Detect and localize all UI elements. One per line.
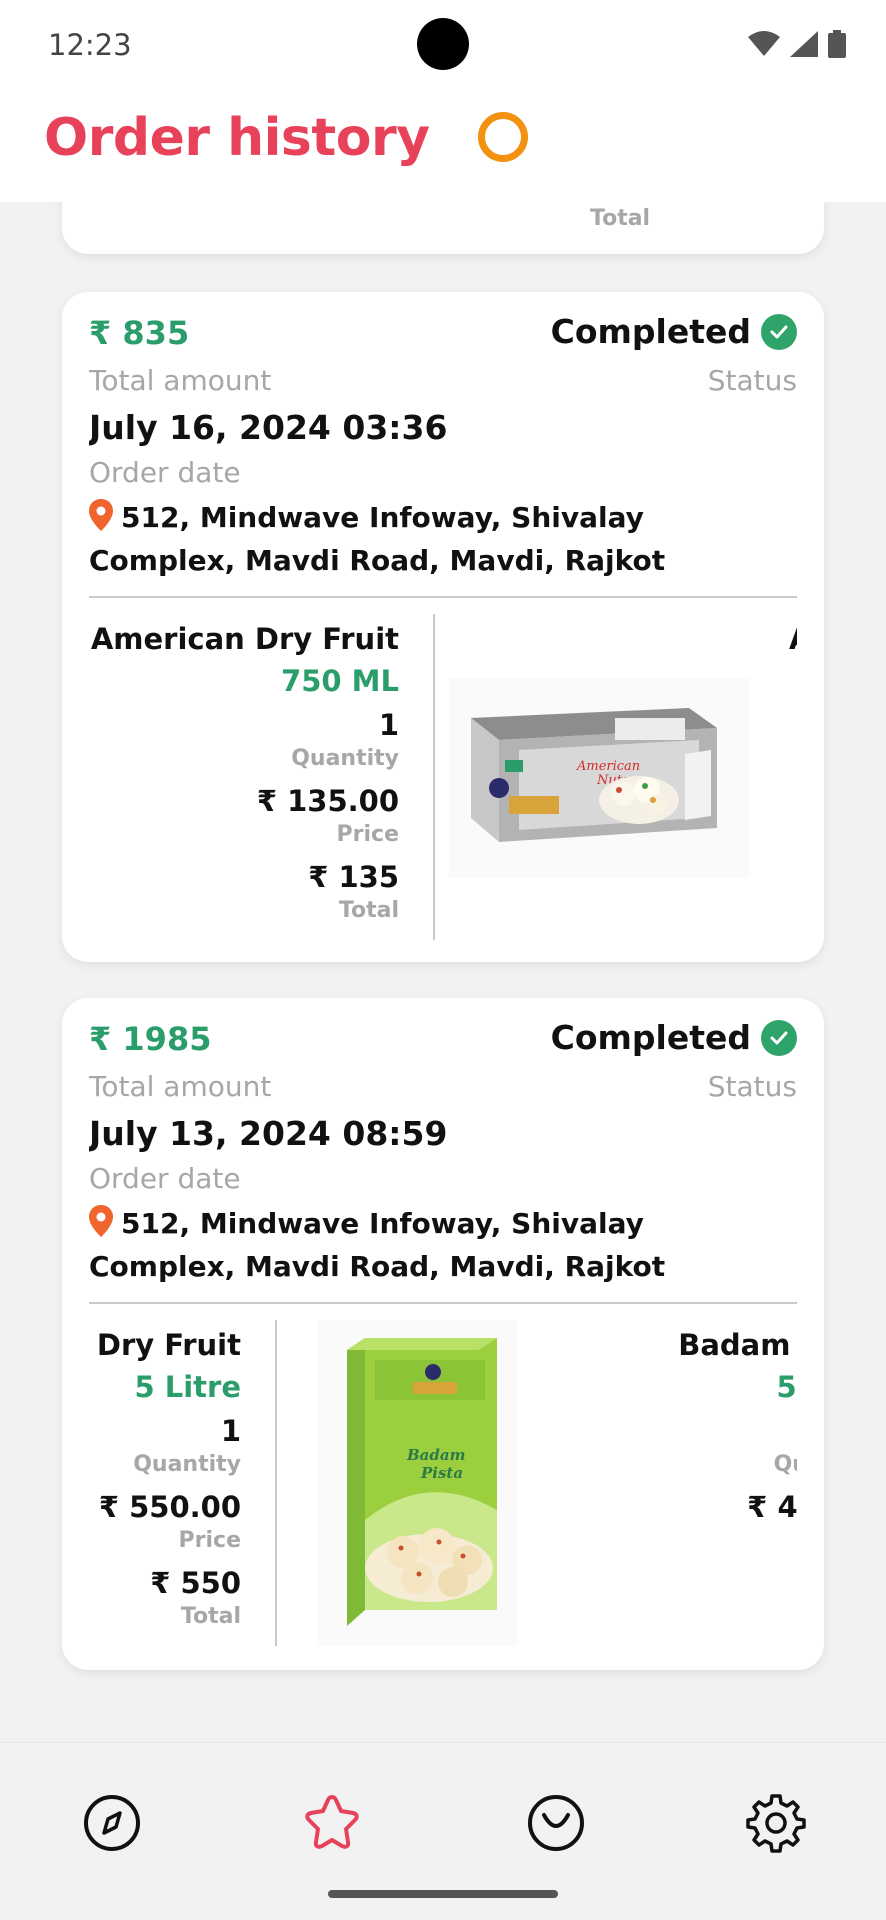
nav-explore-button[interactable]	[72, 1783, 152, 1863]
nav-favorites-button[interactable]	[292, 1783, 372, 1863]
camera-cutout	[417, 18, 469, 70]
order-item-partial: Badam Pis 5 Lit Quant ₹ 490. Pr ₹ 4 To	[619, 1328, 797, 1629]
date-label: Order date	[89, 456, 241, 489]
address-text: 512, Mindwave Infoway, Shivalay Complex,…	[89, 501, 666, 577]
item-price: ₹ 135.00	[256, 784, 399, 818]
item-size: 5 Lit	[776, 1370, 797, 1404]
product-image: American Nuts	[449, 678, 749, 878]
address-text: 512, Mindwave Infoway, Shivalay Complex,…	[89, 1207, 666, 1283]
loading-spinner-icon	[478, 112, 528, 162]
item-size: 5 Litre	[134, 1370, 241, 1404]
svg-text:Pista: Pista	[420, 1464, 463, 1482]
item-total: ₹ 4	[619, 1566, 797, 1604]
check-circle-icon	[761, 313, 797, 350]
item-price: ₹ 490.	[747, 1490, 797, 1524]
order-date: July 16, 2024 03:36	[89, 408, 448, 447]
order-item: Dry Fruit 5 Litre 1 Quantity ₹ 550.00 Pr…	[97, 1328, 241, 1629]
divider	[89, 1302, 797, 1304]
app-header: Order history	[0, 90, 886, 202]
order-card[interactable]: ₹ 835 Completed Total amount Status July…	[62, 292, 824, 962]
item-divider	[433, 614, 435, 940]
home-indicator[interactable]	[328, 1890, 558, 1898]
page-title: Order history	[44, 108, 430, 168]
item-name: American Dry Fruit	[90, 622, 399, 656]
total-label: Total	[590, 206, 651, 231]
delivery-address: 512, Mindwave Infoway, Shivalay Complex,…	[89, 1202, 797, 1288]
location-pin-icon	[89, 1205, 113, 1237]
price-label: Pr	[619, 1528, 797, 1566]
wifi-icon	[748, 31, 780, 56]
status-label: Status	[707, 1070, 797, 1103]
status-text: Completed	[550, 312, 751, 351]
order-card[interactable]: ₹ 1985 Completed Total amount Status Jul…	[62, 998, 824, 1670]
check-circle-icon	[761, 1019, 797, 1056]
nav-settings-button[interactable]	[736, 1783, 816, 1863]
order-date: July 13, 2024 08:59	[89, 1114, 448, 1153]
total-label: Total	[180, 1604, 241, 1629]
order-item-partial: A	[789, 622, 797, 656]
quantity-label: Quantity	[133, 1452, 241, 1477]
status-text: Completed	[550, 1018, 751, 1057]
item-divider	[275, 1320, 277, 1646]
item-quantity: 1	[378, 708, 399, 742]
total-label: Total	[338, 898, 399, 923]
svg-text:Badam: Badam	[406, 1446, 465, 1464]
order-list[interactable]: Total ₹ 835 Completed Total amount Statu…	[0, 202, 886, 1742]
item-price: ₹ 550.00	[98, 1490, 241, 1524]
item-name: Badam Pis	[678, 1328, 797, 1362]
item-total: ₹ 135	[308, 860, 399, 894]
item-total: ₹ 550	[150, 1566, 241, 1600]
quantity-label: Quantity	[291, 746, 399, 771]
item-name: A	[789, 622, 797, 656]
order-amount: ₹ 1985	[89, 1020, 212, 1058]
status-bar: 12:23	[0, 0, 886, 90]
timer-icon	[528, 1795, 584, 1851]
product-image: Badam Pista	[317, 1320, 517, 1646]
order-item: American Dry Fruit 750 ML 1 Quantity ₹ 1…	[91, 622, 399, 923]
status-icons	[748, 30, 846, 58]
status-label: Status	[707, 364, 797, 397]
amount-label: Total amount	[89, 1070, 272, 1103]
item-quantity: 1	[220, 1414, 241, 1448]
cell-signal-icon	[790, 31, 818, 57]
total-label: To	[619, 1604, 797, 1629]
star-icon	[305, 1795, 359, 1849]
quantity-label: Quant	[773, 1452, 797, 1477]
date-label: Order date	[89, 1162, 241, 1195]
order-status: Completed	[551, 312, 797, 351]
item-name: Dry Fruit	[96, 1328, 241, 1362]
compass-icon	[84, 1795, 140, 1851]
divider	[89, 596, 797, 598]
gear-icon	[746, 1794, 806, 1853]
amount-label: Total amount	[89, 364, 272, 397]
nav-history-button[interactable]	[516, 1783, 596, 1863]
item-quantity-empty	[619, 1414, 797, 1452]
battery-icon	[828, 30, 846, 58]
order-status: Completed	[551, 1018, 797, 1057]
price-label: Price	[336, 822, 399, 847]
item-size: 750 ML	[281, 664, 399, 698]
price-label: Price	[178, 1528, 241, 1553]
order-amount: ₹ 835	[89, 314, 190, 352]
delivery-address: 512, Mindwave Infoway, Shivalay Complex,…	[89, 496, 797, 582]
order-card-partial[interactable]: Total	[62, 202, 824, 254]
status-time: 12:23	[48, 28, 132, 62]
svg-text:American: American	[576, 759, 640, 774]
location-pin-icon	[89, 499, 113, 531]
